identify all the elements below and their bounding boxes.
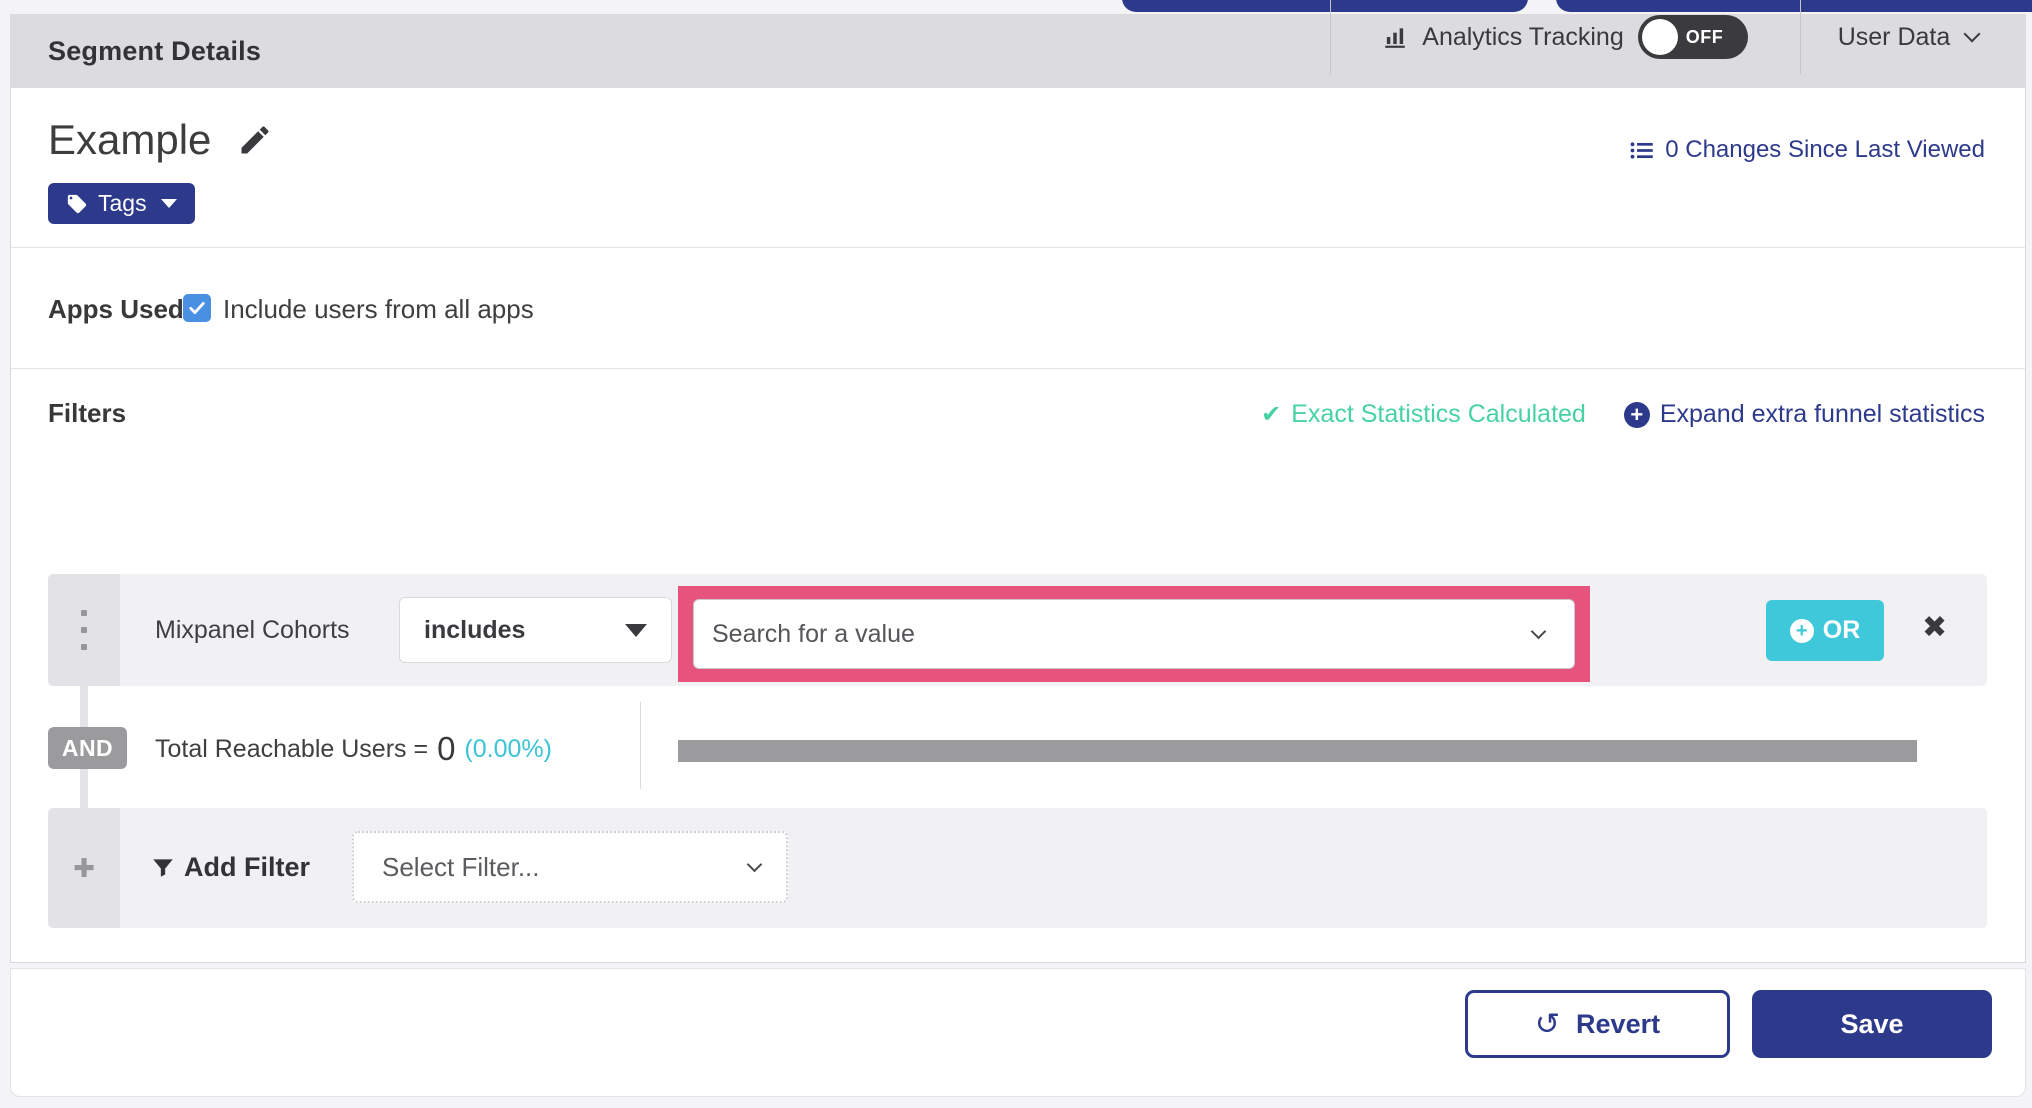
toggle-knob — [1641, 19, 1678, 55]
bar-chart-icon — [1385, 28, 1406, 48]
and-connector-badge: AND — [48, 727, 127, 769]
edit-pencil-icon[interactable] — [237, 122, 273, 158]
section-divider — [10, 368, 2026, 369]
chevron-down-icon — [746, 856, 763, 873]
revert-button[interactable]: ↺ Revert — [1465, 990, 1730, 1058]
save-button-label: Save — [1840, 1008, 1904, 1039]
total-reachable-users: Total Reachable Users = 0 (0.00%) — [155, 730, 552, 768]
highlight-annotation: Search for a value — [678, 586, 1590, 682]
exact-statistics-status: ✔ Exact Statistics Calculated — [1261, 400, 1586, 429]
or-button-label: OR — [1822, 616, 1861, 644]
user-data-dropdown[interactable]: User Data — [1800, 0, 2016, 74]
drag-dot — [81, 610, 87, 616]
include-all-apps-checkbox[interactable] — [183, 294, 211, 322]
apps-used-label: Apps Used — [48, 294, 184, 324]
filter-drag-handle[interactable] — [48, 574, 120, 686]
caret-down-icon — [160, 199, 177, 208]
section-divider — [10, 247, 2026, 248]
tag-icon — [67, 194, 87, 213]
stats-divider — [640, 702, 641, 789]
add-filter-row — [48, 808, 1987, 928]
changelog-list-icon — [1630, 141, 1653, 159]
add-filter-label-group: Add Filter — [150, 852, 310, 883]
reachable-users-progress-bar — [678, 740, 1917, 762]
add-filter-plus-handle[interactable]: ✚ — [48, 808, 120, 928]
exact-statistics-label: Exact Statistics Calculated — [1291, 400, 1586, 428]
operator-select[interactable]: includes — [399, 597, 672, 663]
toggle-state-label: OFF — [1685, 26, 1724, 47]
analytics-tracking-control: Analytics Tracking OFF — [1330, 0, 1800, 74]
caret-down-icon — [625, 623, 647, 637]
remove-filter-button[interactable]: ✖ — [1922, 610, 1947, 645]
funnel-filter-icon — [153, 858, 173, 877]
revert-button-label: Revert — [1576, 1008, 1661, 1039]
chevron-down-icon — [1963, 25, 1981, 43]
select-filter-dropdown[interactable]: Select Filter... — [352, 831, 788, 903]
revert-arrow-icon: ↺ — [1534, 1007, 1561, 1041]
check-icon: ✔ — [1261, 401, 1282, 428]
expand-funnel-statistics-link[interactable]: + Expand extra funnel statistics — [1623, 400, 1985, 429]
add-filter-label: Add Filter — [184, 852, 310, 882]
operator-value: includes — [424, 615, 526, 644]
drag-dot — [81, 644, 87, 650]
changes-since-last-viewed-link[interactable]: 0 Changes Since Last Viewed — [1628, 136, 1985, 164]
select-filter-placeholder: Select Filter... — [382, 851, 540, 882]
user-data-label: User Data — [1837, 22, 1951, 51]
segment-details-page: Segment Details Analytics Tracking OFF U… — [0, 0, 2032, 1108]
analytics-tracking-toggle[interactable]: OFF — [1637, 15, 1748, 59]
chevron-down-icon — [1530, 623, 1547, 640]
tags-button[interactable]: Tags — [48, 183, 195, 224]
segment-title: Example — [48, 116, 273, 164]
add-or-condition-button[interactable]: + OR — [1766, 600, 1884, 661]
save-button[interactable]: Save — [1752, 990, 1992, 1058]
plus-circle-icon: + — [1789, 618, 1814, 643]
tags-button-label: Tags — [98, 190, 147, 216]
plus-circle-icon: + — [1623, 401, 1650, 428]
reachable-users-percent: (0.00%) — [464, 734, 552, 763]
expand-funnel-label: Expand extra funnel statistics — [1659, 400, 1985, 428]
changes-link-label: 0 Changes Since Last Viewed — [1665, 136, 1985, 163]
reachable-users-value: 0 — [437, 730, 456, 767]
value-select-placeholder: Search for a value — [712, 619, 915, 648]
drag-dot — [81, 627, 87, 633]
value-search-select[interactable]: Search for a value — [693, 599, 1575, 669]
segment-name: Example — [48, 116, 212, 163]
filters-status-links: ✔ Exact Statistics Calculated + Expand e… — [1261, 400, 1985, 429]
reachable-users-label: Total Reachable Users = — [155, 734, 429, 763]
analytics-tracking-label: Analytics Tracking — [1422, 22, 1624, 51]
page-title: Segment Details — [48, 35, 262, 66]
filters-heading: Filters — [48, 398, 127, 428]
filter-field-label: Mixpanel Cohorts — [155, 616, 350, 644]
include-all-apps-label: Include users from all apps — [223, 294, 534, 324]
check-icon — [189, 302, 205, 314]
